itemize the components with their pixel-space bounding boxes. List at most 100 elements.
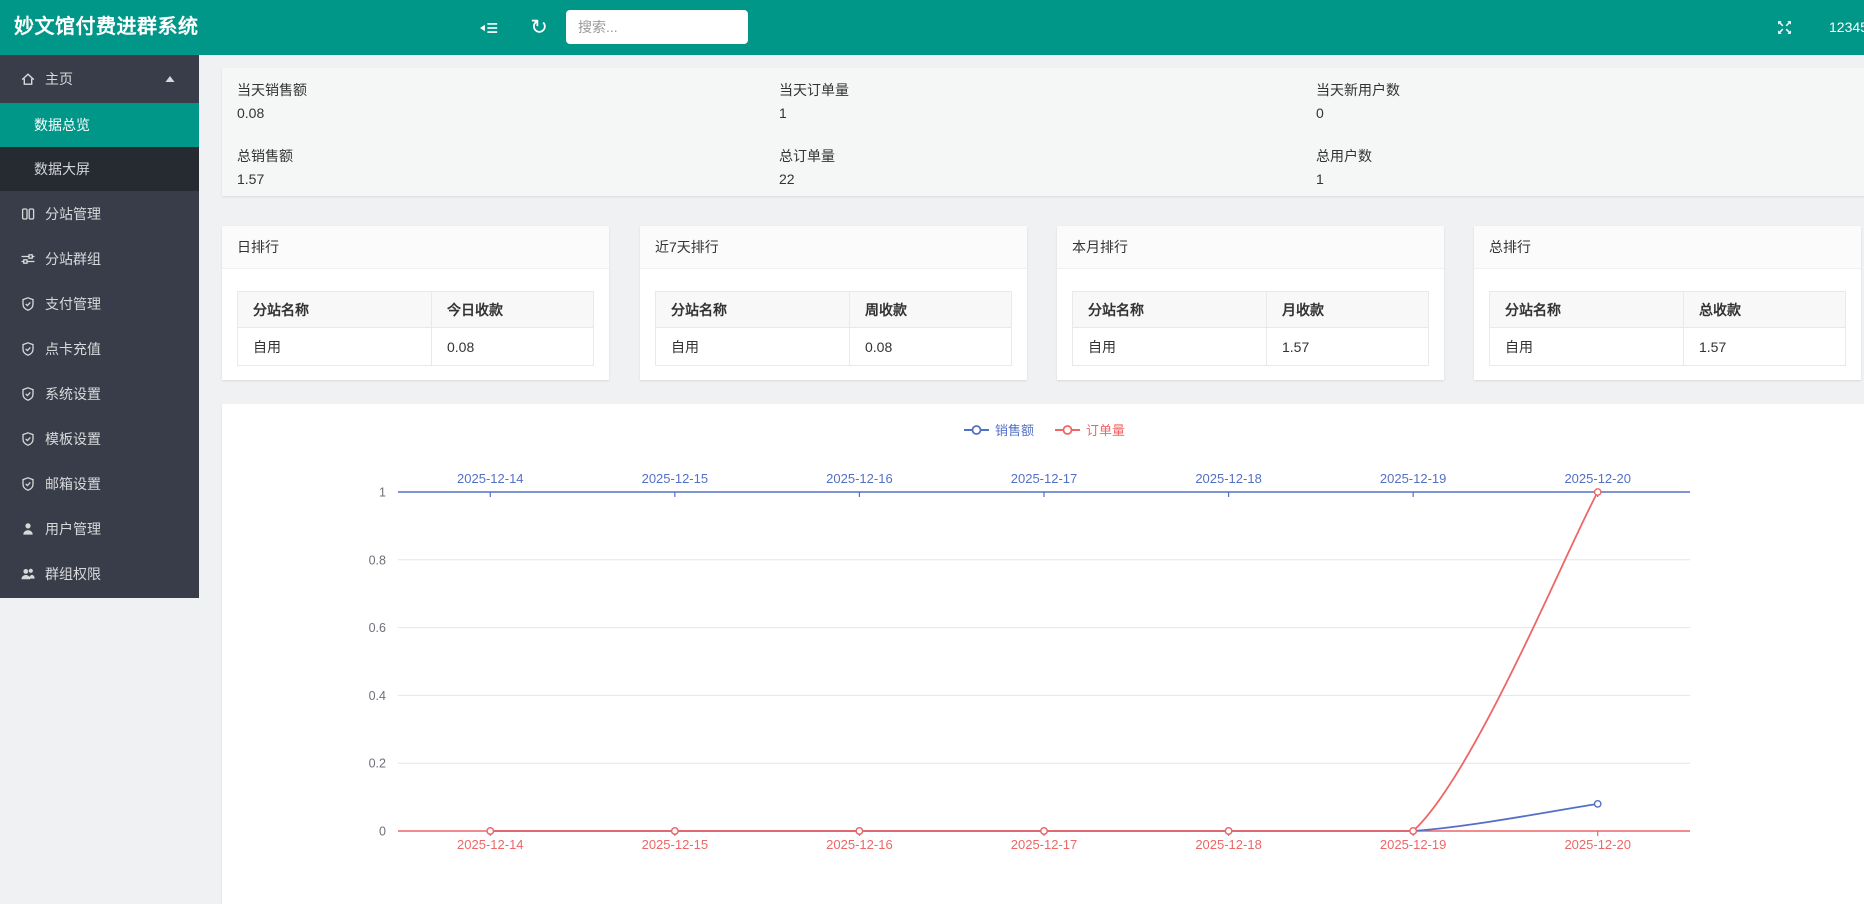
sidebar-item-label: 点卡充值	[45, 339, 101, 359]
svg-text:2025-12-15: 2025-12-15	[642, 837, 709, 852]
shield-check-icon	[20, 341, 36, 357]
sidebar-item-label: 系统设置	[45, 384, 101, 404]
stat-label: 总订单量	[779, 148, 1316, 165]
cell-substation-name: 自用	[1490, 328, 1684, 366]
sidebar-item-label: 数据总览	[34, 115, 90, 135]
column-header: 总收款	[1684, 292, 1846, 328]
svg-text:2025-12-20: 2025-12-20	[1564, 471, 1631, 486]
sidebar-item-label: 邮箱设置	[45, 474, 101, 494]
user-icon	[20, 521, 36, 537]
chevron-up-icon	[165, 75, 175, 83]
ranking-table: 分站名称 周收款 自用 0.08	[655, 291, 1012, 366]
stat-label: 总销售额	[237, 148, 779, 165]
collapse-menu-button[interactable]	[468, 0, 510, 55]
stat-value: 1	[779, 105, 1316, 122]
svg-text:2025-12-14: 2025-12-14	[457, 837, 524, 852]
sidebar-item-system-settings[interactable]: 系统设置	[0, 371, 199, 416]
table-row: 自用 0.08	[656, 328, 1012, 366]
svg-text:0.2: 0.2	[369, 757, 386, 771]
svg-text:0: 0	[379, 825, 386, 839]
sidebar-item-label: 用户管理	[45, 519, 101, 539]
column-header: 月收款	[1267, 292, 1429, 328]
fullscreen-icon	[1776, 19, 1793, 36]
sidebar-nav: 主页 数据总览 数据大屏 分站管理 分站群组 支付管理	[0, 55, 199, 598]
sidebar-item-substation-groups[interactable]: 分站群组	[0, 236, 199, 281]
stat-total-sales: 总销售额 1.57	[237, 148, 779, 206]
table-row: 自用 1.57	[1490, 328, 1846, 366]
sidebar-item-group-permissions[interactable]: 群组权限	[0, 551, 199, 596]
legend-label: 销售额	[995, 420, 1034, 439]
table-row: 自用 1.57	[1073, 328, 1429, 366]
ranking-card-month: 本月排行 分站名称 月收款 自用 1.57	[1057, 226, 1444, 380]
sidebar-item-label: 分站管理	[45, 204, 101, 224]
svg-text:2025-12-16: 2025-12-16	[826, 837, 893, 852]
ranking-card-total: 总排行 分站名称 总收款 自用 1.57	[1474, 226, 1861, 380]
svg-text:2025-12-18: 2025-12-18	[1195, 837, 1262, 852]
sidebar-item-home[interactable]: 主页	[0, 55, 199, 103]
sidebar-item-mail-settings[interactable]: 邮箱设置	[0, 461, 199, 506]
sidebar-item-label: 支付管理	[45, 294, 101, 314]
legend-label: 订单量	[1086, 420, 1125, 439]
svg-text:2025-12-19: 2025-12-19	[1380, 837, 1447, 852]
svg-text:2025-12-16: 2025-12-16	[826, 471, 893, 486]
chart-legend: 销售额 订单量	[398, 420, 1690, 439]
ranking-table: 分站名称 今日收款 自用 0.08	[237, 291, 594, 366]
sidebar-item-substation-manage[interactable]: 分站管理	[0, 191, 199, 236]
sidebar-item-template-settings[interactable]: 模板设置	[0, 416, 199, 461]
cell-amount: 1.57	[1267, 328, 1429, 366]
column-header: 分站名称	[238, 292, 432, 328]
stat-label: 当天订单量	[779, 82, 1316, 99]
main-content: 当天销售额 0.08 当天订单量 1 当天新用户数 0 总销售额 1.57 总订…	[222, 0, 1864, 844]
fullscreen-button[interactable]	[1763, 0, 1805, 55]
ranking-card-title: 近7天排行	[640, 226, 1027, 269]
ranking-table: 分站名称 总收款 自用 1.57	[1489, 291, 1846, 366]
sidebar-item-label: 数据大屏	[34, 159, 90, 179]
columns-icon	[20, 206, 36, 222]
column-header: 分站名称	[656, 292, 850, 328]
svg-text:1: 1	[379, 486, 386, 500]
column-header: 分站名称	[1073, 292, 1267, 328]
sidebar-item-card-recharge[interactable]: 点卡充值	[0, 326, 199, 371]
shield-check-icon	[20, 431, 36, 447]
app-root: { "colors": { "primary": "#009688", "hea…	[0, 0, 1864, 844]
legend-item-orders[interactable]: 订单量	[1054, 420, 1125, 439]
collapse-menu-icon	[480, 19, 498, 37]
sidebar-item-data-screen[interactable]: 数据大屏	[0, 147, 199, 191]
svg-text:2025-12-17: 2025-12-17	[1011, 471, 1078, 486]
sidebar-item-user-manage[interactable]: 用户管理	[0, 506, 199, 551]
refresh-button[interactable]: ↻	[518, 0, 560, 55]
svg-text:0.4: 0.4	[369, 689, 386, 703]
users-icon	[20, 566, 36, 582]
cell-substation-name: 自用	[1073, 328, 1267, 366]
stat-value: 0	[1316, 105, 1864, 122]
column-header: 周收款	[850, 292, 1012, 328]
stat-label: 当天新用户数	[1316, 82, 1864, 99]
sidebar-item-label: 分站群组	[45, 249, 101, 269]
sidebar-item-payment-manage[interactable]: 支付管理	[0, 281, 199, 326]
svg-text:2025-12-15: 2025-12-15	[642, 471, 709, 486]
stat-value: 22	[779, 171, 1316, 188]
home-icon	[20, 71, 36, 87]
table-row: 自用 0.08	[238, 328, 594, 366]
sliders-icon	[20, 251, 36, 267]
ranking-card-daily: 日排行 分站名称 今日收款 自用 0.08	[222, 226, 609, 380]
ranking-card-title: 日排行	[222, 226, 609, 269]
stat-today-sales: 当天销售额 0.08	[237, 82, 779, 140]
search-input[interactable]	[566, 10, 748, 44]
legend-item-sales[interactable]: 销售额	[963, 420, 1034, 439]
cell-amount: 0.08	[432, 328, 594, 366]
cell-substation-name: 自用	[656, 328, 850, 366]
stat-total-users: 总用户数 1	[1316, 148, 1864, 206]
stat-label: 总用户数	[1316, 148, 1864, 165]
ranking-card-title: 本月排行	[1057, 226, 1444, 269]
stat-value: 0.08	[237, 105, 779, 122]
sidebar-item-label: 群组权限	[45, 564, 101, 584]
username-menu[interactable]: 123456	[1829, 0, 1864, 55]
sidebar-item-data-overview[interactable]: 数据总览	[0, 103, 199, 147]
shield-check-icon	[20, 386, 36, 402]
stat-total-orders: 总订单量 22	[779, 148, 1316, 206]
ranking-card-7days: 近7天排行 分站名称 周收款 自用 0.08	[640, 226, 1027, 380]
app-header: 妙文馆付费进群系统 ↻ 123456	[0, 0, 1864, 55]
column-header: 今日收款	[432, 292, 594, 328]
ranking-table: 分站名称 月收款 自用 1.57	[1072, 291, 1429, 366]
